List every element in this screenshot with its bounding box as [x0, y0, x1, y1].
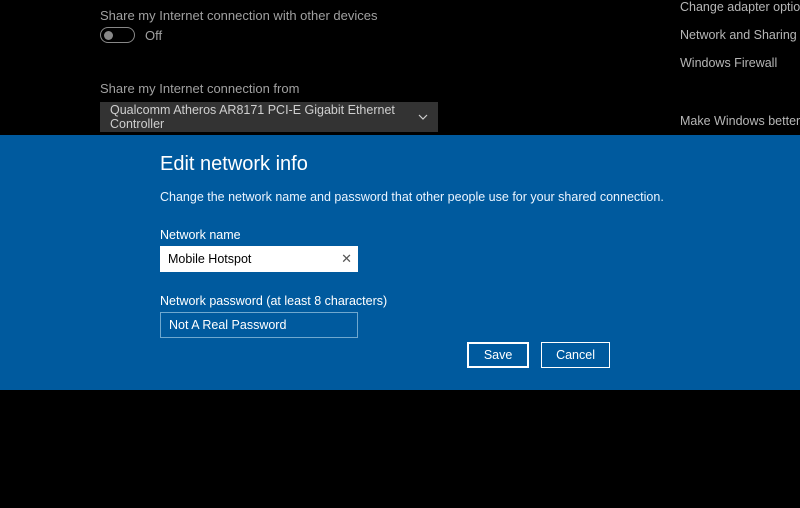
network-name-label: Network name	[160, 228, 760, 242]
link-change-adapter[interactable]: Change adapter options	[680, 0, 800, 14]
share-from-dropdown[interactable]: Qualcomm Atheros AR8171 PCI-E Gigabit Et…	[100, 102, 438, 132]
link-windows-firewall[interactable]: Windows Firewall	[680, 56, 800, 70]
save-button[interactable]: Save	[467, 342, 529, 368]
network-name-input[interactable]	[160, 246, 358, 272]
clear-input-icon[interactable]: ✕	[341, 251, 352, 267]
network-name-field-wrap: ✕	[160, 246, 358, 272]
share-from-value: Qualcomm Atheros AR8171 PCI-E Gigabit Et…	[110, 103, 418, 131]
make-windows-better: Make Windows better	[680, 114, 800, 128]
dialog-subtitle: Change the network name and password tha…	[160, 190, 760, 204]
dialog-button-row: Save Cancel	[467, 342, 610, 368]
network-password-label: Network password (at least 8 characters)	[160, 294, 760, 308]
chevron-down-icon	[418, 114, 428, 120]
network-password-input[interactable]	[169, 313, 349, 337]
share-toggle-row: Off	[100, 27, 600, 43]
cancel-button[interactable]: Cancel	[541, 342, 610, 368]
link-network-sharing[interactable]: Network and Sharing Center	[680, 28, 800, 42]
dialog-title: Edit network info	[160, 153, 760, 176]
edit-network-info-dialog: Edit network info Change the network nam…	[0, 135, 800, 390]
share-from-label: Share my Internet connection from	[100, 81, 600, 96]
related-settings-links: Change adapter options Network and Shari…	[680, 0, 800, 142]
network-password-field-wrap	[160, 312, 358, 338]
share-toggle-state: Off	[145, 28, 162, 43]
share-toggle[interactable]	[100, 27, 135, 43]
share-toggle-label: Share my Internet connection with other …	[100, 8, 600, 23]
